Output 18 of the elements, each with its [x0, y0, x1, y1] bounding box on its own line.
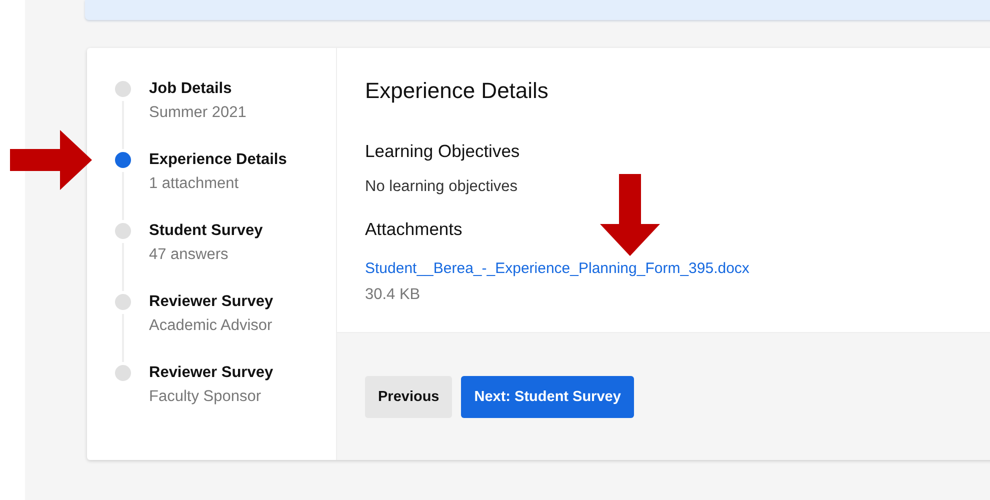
step-title[interactable]: Reviewer Survey [149, 362, 274, 384]
step-subtitle: 1 attachment [149, 174, 239, 194]
step-subtitle: Faculty Sponsor [149, 387, 261, 407]
section-text: No learning objectives [365, 177, 518, 197]
section-heading: Attachments [365, 218, 462, 241]
step-subtitle: Summer 2021 [149, 103, 246, 123]
step-title[interactable]: Experience Details [149, 149, 287, 171]
step-subtitle: 47 answers [149, 245, 228, 265]
page-title: Experience Details [365, 77, 548, 105]
step-title[interactable]: Student Survey [149, 220, 263, 242]
attachment-link[interactable]: Student__Berea_-_Experience_Planning_Form_395.docx [365, 259, 750, 279]
file-size: 30.4 KB [365, 285, 420, 305]
step-title[interactable]: Job Details [149, 78, 232, 100]
previous-button[interactable]: Previous [365, 376, 452, 418]
next-button[interactable]: Next: Student Survey [461, 376, 634, 418]
step-title[interactable]: Reviewer Survey [149, 291, 274, 313]
section-heading: Learning Objectives [365, 140, 520, 163]
step-subtitle: Academic Advisor [149, 316, 272, 336]
